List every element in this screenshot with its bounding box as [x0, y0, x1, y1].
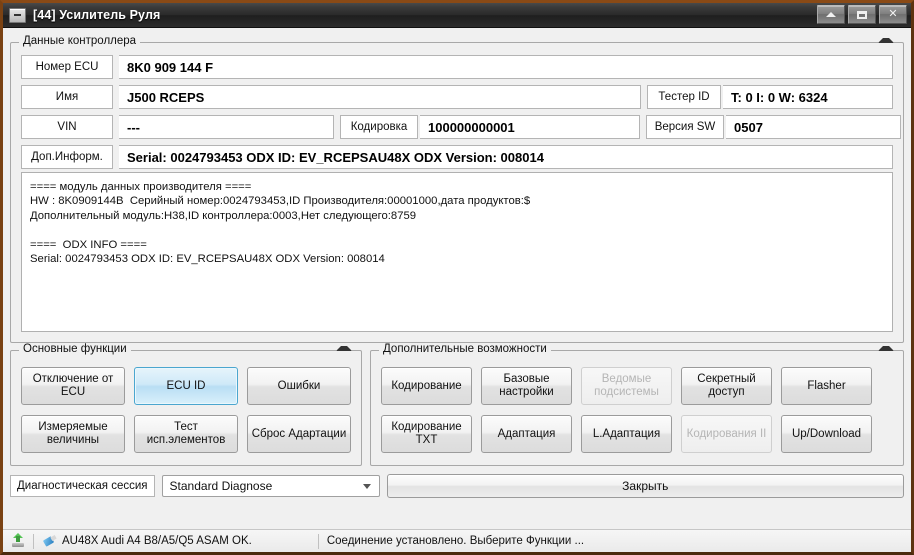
window-title: [44] Усилитель Руля [33, 8, 161, 22]
function-groups-row: Основные функции Отключение от ECU ECU I… [10, 343, 904, 466]
status-bar: AU48X Audi A4 B8/A5/Q5 ASAM OK. Соединен… [3, 529, 911, 552]
upload-icon[interactable] [11, 533, 25, 548]
minimize-icon [826, 12, 836, 17]
close-icon: ✕ [888, 8, 898, 20]
name-row: Имя J500 RCEPS Тестер ID T: 0 I: 0 W: 63… [21, 85, 893, 109]
extra-functions-group: Дополнительные возможности Кодирование Б… [370, 343, 904, 466]
secret-access-button[interactable]: Секретный доступ [681, 367, 772, 405]
extra-info-value[interactable]: Serial: 0024793453 ODX ID: EV_RCEPSAU48X… [119, 145, 893, 169]
reset-adaptation-button[interactable]: Сброс Адартации [247, 415, 351, 453]
chevron-down-icon [362, 483, 371, 489]
title-bar[interactable]: [44] Усилитель Руля ✕ [3, 3, 911, 28]
tester-id-value[interactable]: T: 0 I: 0 W: 6324 [723, 85, 893, 109]
measured-values-button[interactable]: Измеряемые величины [21, 415, 125, 453]
basic-settings-button[interactable]: Базовые настройки [481, 367, 572, 405]
sw-version-value[interactable]: 0507 [726, 115, 901, 139]
slave-subsystems-button: Ведомые подсистемы [581, 367, 672, 405]
ecu-number-row: Номер ECU 8K0 909 144 F [21, 55, 893, 79]
main-functions-row-2: Измеряемые величины Тест исп.элементов С… [21, 415, 351, 453]
adaptation-button[interactable]: Адаптация [481, 415, 572, 453]
minimize-button[interactable] [817, 5, 845, 24]
controller-memo-textarea[interactable]: ==== модуль данных производителя ==== HW… [21, 172, 893, 332]
vin-value[interactable]: --- [119, 115, 334, 139]
main-functions-row-1: Отключение от ECU ECU ID Ошибки [21, 367, 351, 405]
main-functions-title: Основные функции [19, 343, 131, 355]
coding-button[interactable]: Кодирование [381, 367, 472, 405]
sw-version-label: Версия SW [646, 115, 724, 139]
diagnostic-session-select[interactable]: Standard Diagnose [161, 475, 380, 497]
window-controls: ✕ [817, 5, 907, 24]
extra-info-label: Доп.Информ. [21, 145, 113, 169]
connection-status-cell: Соединение установлено. Выберите Функции… [327, 535, 584, 547]
window-restore-icon[interactable] [9, 7, 26, 23]
divider [33, 533, 34, 549]
tester-id-label: Тестер ID [647, 85, 721, 109]
maximize-icon [857, 10, 867, 19]
name-value[interactable]: J500 RCEPS [119, 85, 641, 109]
collapse-icon[interactable] [878, 346, 894, 351]
main-functions-body: Отключение от ECU ECU ID Ошибки Измеряем… [11, 351, 361, 465]
vin-label: VIN [21, 115, 113, 139]
flasher-button[interactable]: Flasher [781, 367, 872, 405]
divider [317, 533, 319, 549]
extra-functions-body: Кодирование Базовые настройки Ведомые по… [371, 351, 903, 465]
coding-2-button: Кодирования II [681, 415, 772, 453]
disconnect-ecu-button[interactable]: Отключение от ECU [21, 367, 125, 405]
ecu-number-label: Номер ECU [21, 55, 113, 79]
controller-data-title: Данные контроллера [19, 35, 141, 47]
application-window: [44] Усилитель Руля ✕ Данные контроллера… [0, 0, 914, 555]
faults-button[interactable]: Ошибки [247, 367, 351, 405]
session-row: Диагностическая сессия Standard Diagnose… [10, 474, 904, 498]
collapse-icon[interactable] [336, 346, 352, 351]
close-dialog-button[interactable]: Закрыть [386, 474, 904, 498]
close-button[interactable]: ✕ [879, 5, 907, 24]
controller-data-body: Номер ECU 8K0 909 144 F Имя J500 RCEPS Т… [11, 43, 903, 342]
extra-functions-row-1: Кодирование Базовые настройки Ведомые по… [381, 367, 893, 405]
collapse-icon[interactable] [878, 38, 894, 43]
ecu-id-button[interactable]: ECU ID [134, 367, 238, 405]
main-functions-group: Основные функции Отключение от ECU ECU I… [10, 343, 362, 466]
controller-data-group: Данные контроллера Номер ECU 8K0 909 144… [10, 35, 904, 343]
vin-row: VIN --- Кодировка 100000000001 Версия SW… [21, 115, 901, 139]
actuator-test-button[interactable]: Тест исп.элементов [134, 415, 238, 453]
device-status-cell: AU48X Audi A4 B8/A5/Q5 ASAM OK. [42, 534, 252, 548]
connection-status-text: Соединение установлено. Выберите Функции… [326, 535, 585, 547]
up-download-button[interactable]: Up/Download [781, 415, 872, 453]
coding-label: Кодировка [340, 115, 418, 139]
session-label: Диагностическая сессия [10, 475, 155, 497]
coding-txt-button[interactable]: Кодирование TXT [381, 415, 472, 453]
name-label: Имя [21, 85, 113, 109]
session-selected-value: Standard Diagnose [169, 479, 273, 493]
plug-icon [42, 534, 57, 548]
long-adaptation-button[interactable]: L.Адаптация [581, 415, 672, 453]
extra-info-row: Доп.Информ. Serial: 0024793453 ODX ID: E… [21, 145, 893, 169]
device-status-text: AU48X Audi A4 B8/A5/Q5 ASAM OK. [62, 535, 252, 547]
client-area: Данные контроллера Номер ECU 8K0 909 144… [3, 28, 911, 529]
extra-functions-row-2: Кодирование TXT Адаптация L.Адаптация Ко… [381, 415, 893, 453]
coding-value[interactable]: 100000000001 [420, 115, 640, 139]
extra-functions-title: Дополнительные возможности [379, 343, 551, 355]
maximize-button[interactable] [848, 5, 876, 24]
ecu-number-value[interactable]: 8K0 909 144 F [119, 55, 893, 79]
